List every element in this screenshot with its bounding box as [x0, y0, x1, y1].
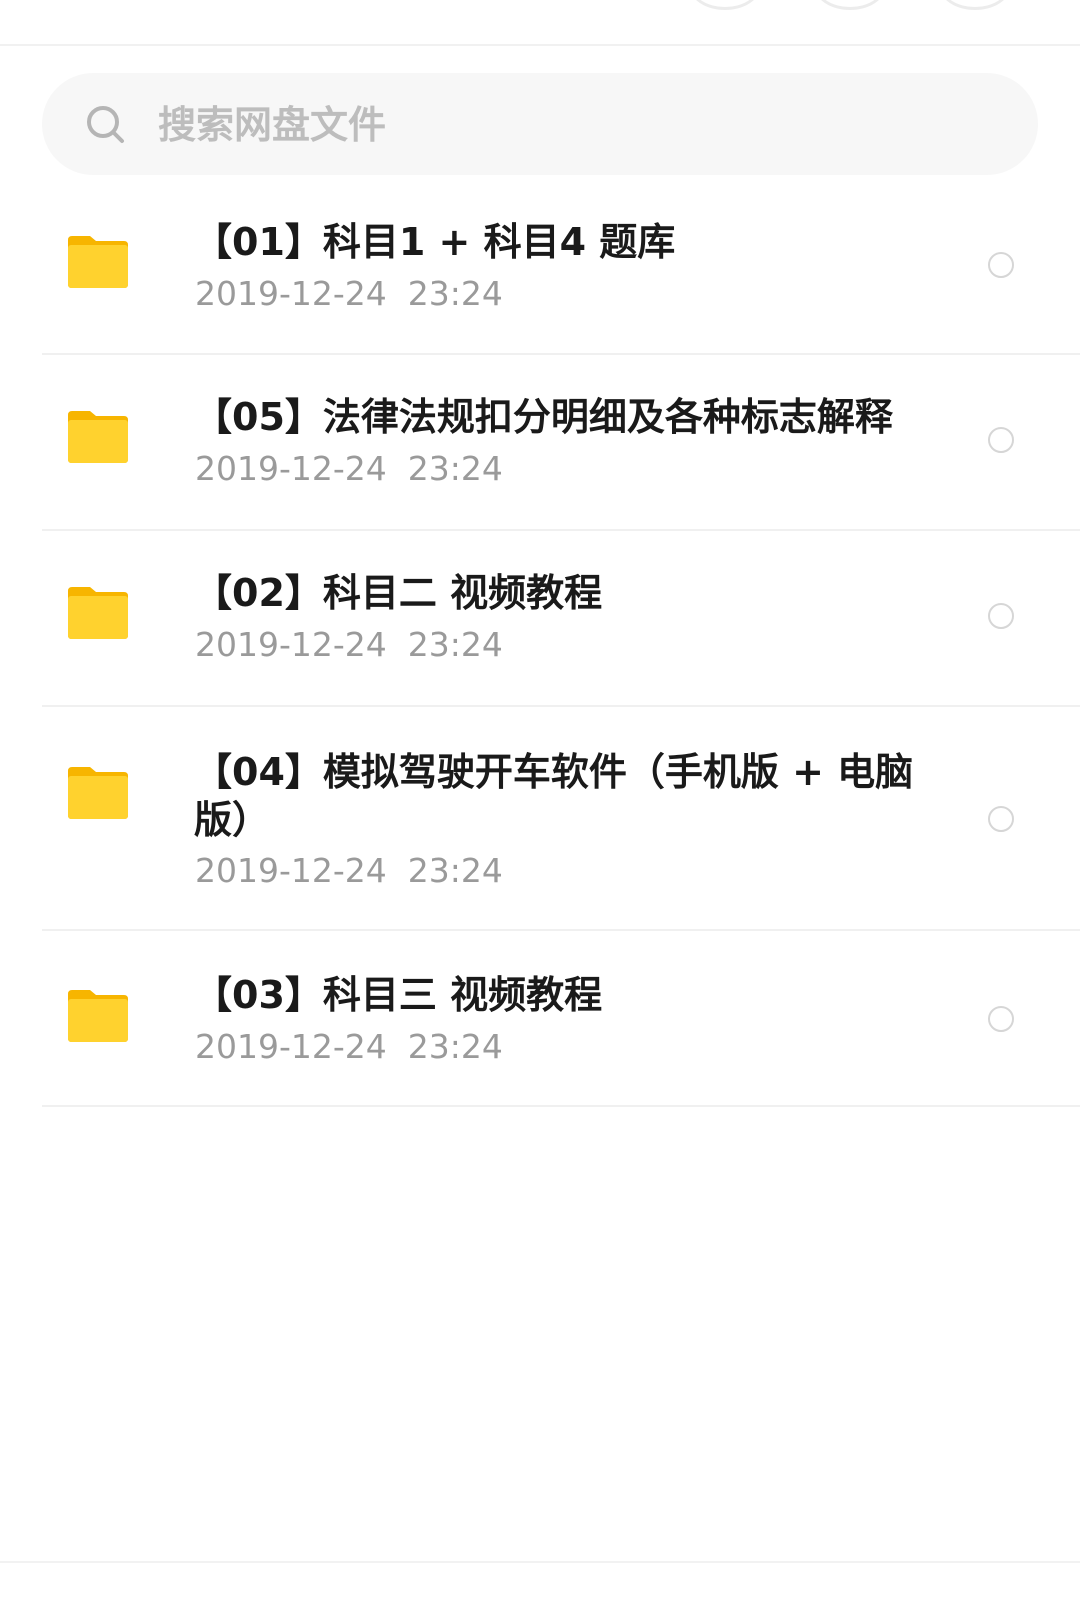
select-radio[interactable]: [988, 427, 1014, 453]
toolbar-button-edge[interactable]: [940, 0, 1010, 10]
file-name: 【01】科目1 + 科目4 题库: [194, 220, 676, 264]
file-row[interactable]: 【05】法律法规扣分明细及各种标志解释 2019-12-24 23:24: [42, 355, 1080, 531]
file-row[interactable]: 【01】科目1 + 科目4 题库 2019-12-24 23:24: [42, 180, 1080, 355]
file-name: 【03】科目三 视频教程: [194, 973, 603, 1017]
file-list: 【01】科目1 + 科目4 题库 2019-12-24 23:24 【05】法律…: [42, 180, 1080, 1107]
select-radio[interactable]: [988, 1006, 1014, 1032]
toolbar-button-edge[interactable]: [815, 0, 885, 10]
bottom-divider: [0, 1561, 1080, 1563]
folder-icon: [68, 990, 128, 1042]
select-radio[interactable]: [988, 252, 1014, 278]
folder-icon: [68, 587, 128, 639]
search-icon: [87, 106, 124, 143]
select-radio[interactable]: [988, 603, 1014, 629]
top-toolbar: [0, 0, 1080, 46]
toolbar-button-edge[interactable]: [690, 0, 760, 10]
search-input[interactable]: [158, 96, 978, 154]
file-row[interactable]: 【02】科目二 视频教程 2019-12-24 23:24: [42, 531, 1080, 707]
folder-icon: [68, 411, 128, 463]
file-row[interactable]: 【04】模拟驾驶开车软件（手机版 + 电脑版） 2019-12-24 23:24: [42, 707, 1080, 931]
file-date: 2019-12-24 23:24: [195, 851, 503, 890]
file-name: 【04】模拟驾驶开车软件（手机版 + 电脑版）: [194, 750, 914, 842]
select-radio[interactable]: [988, 806, 1014, 832]
folder-icon: [68, 767, 128, 819]
file-date: 2019-12-24 23:24: [195, 274, 503, 313]
file-row[interactable]: 【03】科目三 视频教程 2019-12-24 23:24: [42, 931, 1080, 1107]
file-name: 【05】法律法规扣分明细及各种标志解释: [194, 395, 893, 439]
file-date: 2019-12-24 23:24: [195, 625, 503, 664]
file-name: 【02】科目二 视频教程: [194, 571, 603, 615]
file-date: 2019-12-24 23:24: [195, 1027, 503, 1066]
folder-icon: [68, 236, 128, 288]
file-date: 2019-12-24 23:24: [195, 449, 503, 488]
